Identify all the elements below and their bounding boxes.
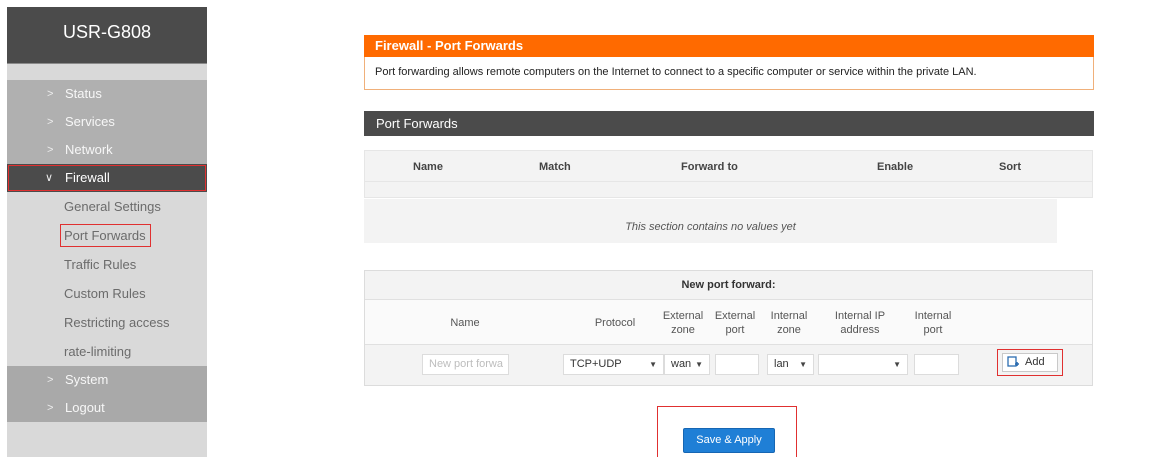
sidebar-subitem-traffic-rules[interactable]: Traffic Rules [7,250,207,279]
new-port-forward-title: New port forward: [365,271,1092,300]
sidebar-item-firewall[interactable]: ∨ Firewall [7,164,207,192]
new-forward-column-headers: Name Protocol External zone External por… [365,300,1092,345]
sidebar-subitem-label: Port Forwards [60,224,151,247]
internal-port-input[interactable] [914,354,959,375]
dropdown-arrow-icon: ▼ [649,360,657,369]
add-button-label: Add [1025,356,1045,368]
chevron-down-icon: ∨ [45,172,54,184]
chevron-right-icon: > [47,402,54,414]
sidebar-item-label: Services [65,114,115,129]
brand-title: USR-G808 [7,7,207,64]
sidebar-subitem-label: General Settings [64,199,161,214]
sidebar-item-label: System [65,372,109,387]
column-header-enable: Enable [877,161,914,173]
col-internal-zone: Internal zone [770,310,808,336]
protocol-value: TCP+UDP [570,358,622,370]
save-apply-button[interactable]: Save & Apply [683,428,775,453]
firewall-intro: Firewall - Port Forwards Port forwarding… [364,35,1094,90]
section-title: Port Forwards [364,111,1094,136]
dropdown-arrow-icon: ▼ [695,360,703,369]
sidebar-subitem-rate-limiting[interactable]: rate-limiting [7,337,207,366]
table-header: Name Match Forward to Enable Sort [364,150,1093,182]
save-apply-highlight: Save & Apply [657,406,797,457]
sidebar-item-label: Network [65,142,113,157]
internal-ip-select[interactable]: ▼ [818,354,908,375]
col-protocol: Protocol [594,317,636,329]
col-internal-port: Internal port [914,310,952,336]
col-internal-ip: Internal IP address [834,310,886,336]
chevron-right-icon: > [47,144,54,156]
column-header-forward-to: Forward to [681,161,738,173]
sidebar-subitem-label: Custom Rules [64,286,146,301]
internal-zone-select[interactable]: lan ▼ [767,354,814,375]
dropdown-arrow-icon: ▼ [893,360,901,369]
sidebar-item-system[interactable]: > System [7,366,207,394]
sidebar-subitem-label: Restricting access [64,315,170,330]
column-header-name: Name [413,161,443,173]
sidebar: USR-G808 > Status > Services > Network ∨… [7,7,207,457]
sidebar-subitem-general-settings[interactable]: General Settings [7,192,207,221]
name-input[interactable]: New port forwa [422,354,509,375]
col-name: Name [450,317,480,329]
sidebar-subitem-custom-rules[interactable]: Custom Rules [7,279,207,308]
column-header-match: Match [539,161,571,173]
sidebar-item-label: Status [65,86,102,101]
sidebar-subitem-label: Traffic Rules [64,257,137,272]
sidebar-subitem-label: rate-limiting [64,344,132,359]
add-button-highlight: Add [997,349,1063,376]
sidebar-item-services[interactable]: > Services [7,108,207,136]
empty-message: This section contains no values yet [364,199,1057,243]
chevron-right-icon: > [47,374,54,386]
sidebar-item-logout[interactable]: > Logout [7,394,207,422]
page-title: Firewall - Port Forwards [364,35,1094,57]
add-button[interactable]: Add [1002,353,1058,372]
col-external-port: External port [714,310,756,336]
new-forward-input-row: New port forwa TCP+UDP ▼ wan ▼ lan ▼ ▼ A… [365,345,1092,385]
internal-zone-value: lan [774,358,789,370]
sidebar-subitem-port-forwards[interactable]: Port Forwards [7,221,207,250]
sidebar-item-network[interactable]: > Network [7,136,207,164]
external-zone-select[interactable]: wan ▼ [664,354,710,375]
sidebar-item-label: Firewall [65,170,110,185]
chevron-right-icon: > [47,116,54,128]
page: USR-G808 > Status > Services > Network ∨… [0,0,1169,457]
column-header-sort: Sort [999,161,1021,173]
sidebar-subitem-restricting-access[interactable]: Restricting access [7,308,207,337]
sidebar-item-label: Logout [65,400,105,415]
sidebar-nav: > Status > Services > Network ∨ Firewall… [7,80,207,422]
external-zone-value: wan [671,358,692,370]
new-port-forward-panel: New port forward: Name Protocol External… [364,270,1093,386]
dropdown-arrow-icon: ▼ [799,360,807,369]
table-spacer [364,182,1093,198]
page-description: Port forwarding allows remote computers … [364,57,1094,90]
chevron-right-icon: > [47,88,54,100]
col-external-zone: External zone [662,310,704,336]
external-port-input[interactable] [715,354,759,375]
add-icon [1007,356,1019,367]
protocol-select[interactable]: TCP+UDP ▼ [563,354,664,375]
sidebar-item-status[interactable]: > Status [7,80,207,108]
